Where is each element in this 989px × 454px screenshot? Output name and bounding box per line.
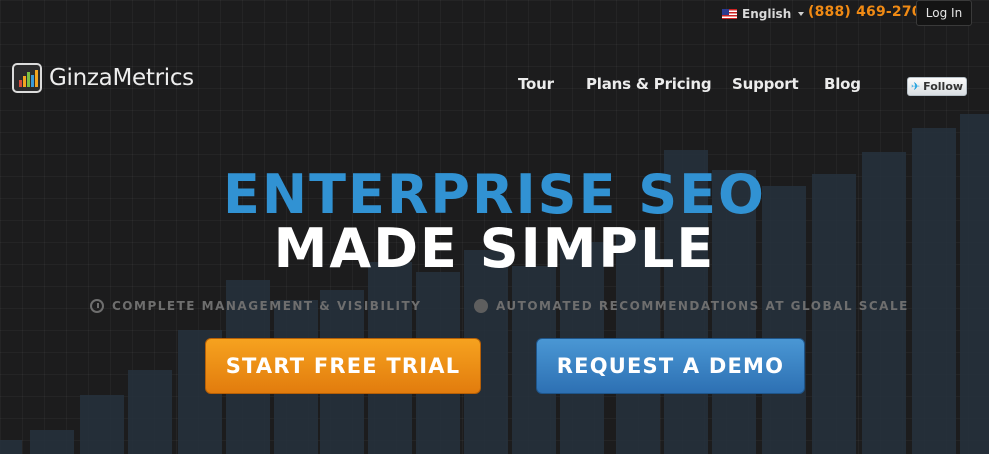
- globe-icon: [474, 299, 488, 313]
- start-free-trial-button[interactable]: START FREE TRIAL: [205, 338, 481, 394]
- feature-management-label: COMPLETE MANAGEMENT & VISIBILITY: [112, 299, 422, 313]
- us-flag-icon: [722, 9, 737, 19]
- language-label: English: [742, 7, 792, 21]
- chevron-down-icon: [798, 12, 805, 16]
- nav-item-blog[interactable]: Blog: [824, 75, 861, 93]
- feature-recommendations-label: AUTOMATED RECOMMENDATIONS AT GLOBAL SCAL…: [496, 299, 909, 313]
- twitter-follow-button[interactable]: ✈ Follow: [907, 77, 967, 96]
- nav-item-plans-pricing[interactable]: Plans & Pricing: [586, 75, 712, 93]
- bar-chart-logo-icon: [12, 63, 42, 93]
- phone-number[interactable]: (888) 469-2707: [808, 4, 932, 20]
- brand-logo[interactable]: GinzaMetrics: [12, 63, 194, 93]
- nav-item-tour[interactable]: Tour: [518, 75, 554, 93]
- feature-recommendations: AUTOMATED RECOMMENDATIONS AT GLOBAL SCAL…: [474, 299, 909, 313]
- feature-management: COMPLETE MANAGEMENT & VISIBILITY: [90, 299, 421, 313]
- hero-headline-line1: ENTERPRISE SEO: [223, 163, 766, 226]
- nav-item-support[interactable]: Support: [732, 75, 799, 93]
- stopwatch-icon: [90, 299, 104, 313]
- request-demo-button[interactable]: REQUEST A DEMO: [536, 338, 805, 394]
- brand-name: GinzaMetrics: [49, 65, 194, 91]
- twitter-follow-label: Follow: [923, 80, 964, 93]
- twitter-bird-icon: ✈: [910, 80, 921, 93]
- language-selector[interactable]: English: [722, 6, 805, 22]
- login-button[interactable]: Log In: [916, 0, 972, 26]
- hero-headline-line2: MADE SIMPLE: [273, 217, 716, 280]
